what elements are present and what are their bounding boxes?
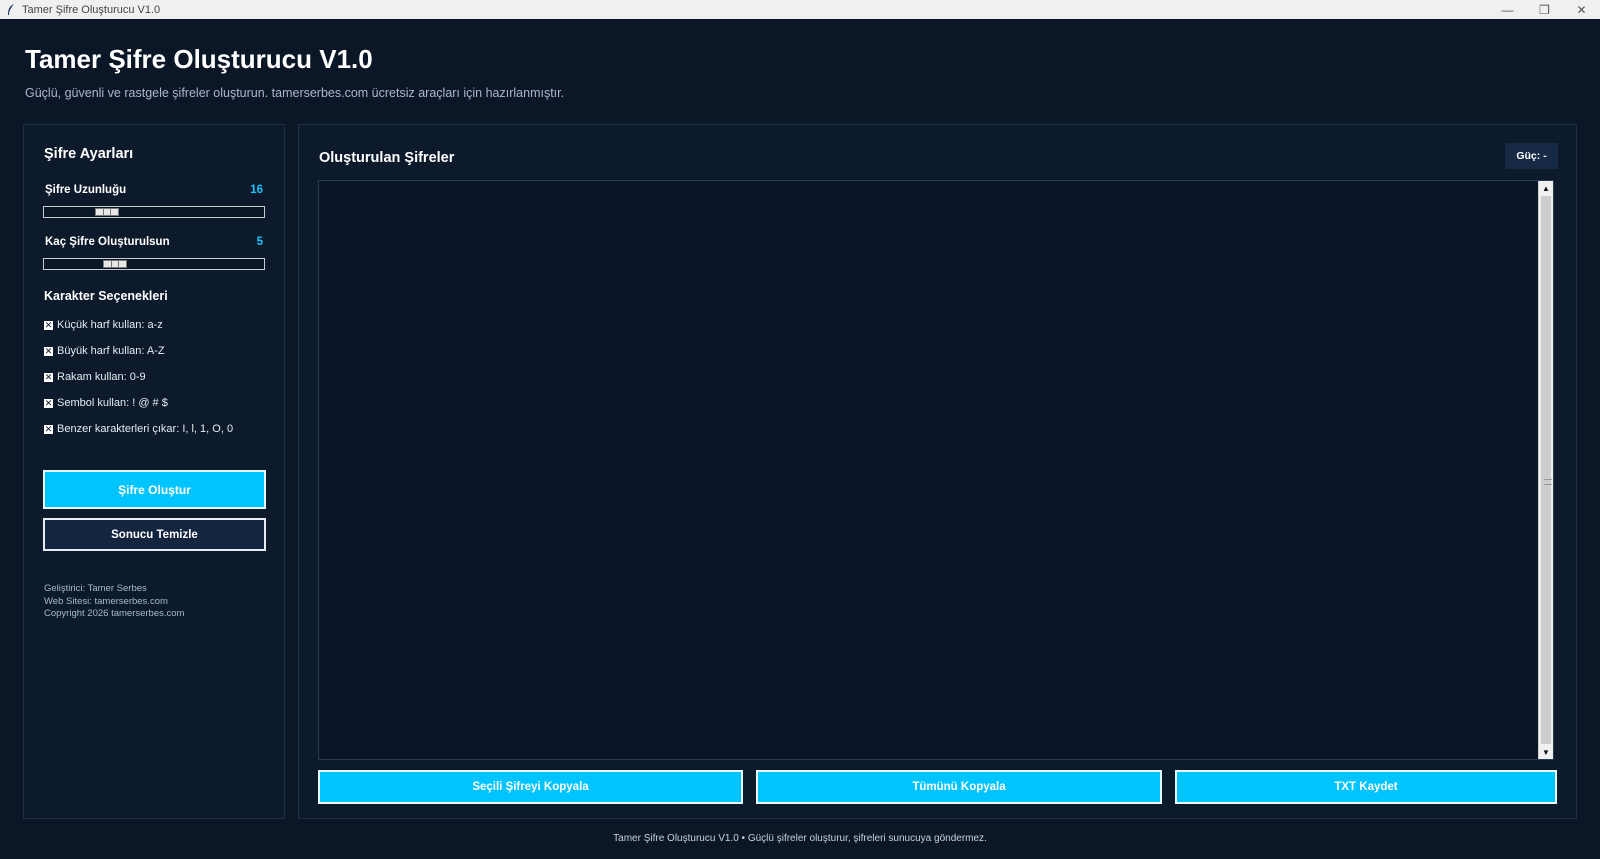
option-label: Sembol kullan: ! @ # $ <box>57 397 168 409</box>
check-mark-icon: ✕ <box>44 345 53 356</box>
option-label: Rakam kullan: 0-9 <box>57 371 146 383</box>
option-uppercase[interactable]: ✕ Büyük harf kullan: A-Z <box>44 345 165 357</box>
count-label: Kaç Şifre Oluşturulsun <box>45 236 170 248</box>
developer-text: Geliştirici: Tamer Serbes <box>44 583 147 594</box>
check-mark-icon: ✕ <box>44 397 53 408</box>
copy-all-button[interactable]: Tümünü Kopyala <box>756 770 1162 804</box>
check-mark-icon: ✕ <box>44 371 53 382</box>
length-slider[interactable] <box>43 206 265 218</box>
length-slider-thumb[interactable] <box>95 208 119 216</box>
app-subtitle: Güçlü, güvenli ve rastgele şifreler oluş… <box>25 86 565 100</box>
count-value: 5 <box>256 236 263 248</box>
generate-button[interactable]: Şifre Oluştur <box>43 470 266 509</box>
scrollbar-thumb[interactable] <box>1541 196 1552 744</box>
checkbox[interactable]: ✕ <box>44 397 53 408</box>
checkbox[interactable]: ✕ <box>44 319 53 330</box>
status-bar: Tamer Şifre Oluşturucu V1.0 • Güçlü şifr… <box>613 833 987 844</box>
app-title: Tamer Şifre Oluşturucu V1.0 <box>25 44 373 74</box>
check-mark-icon: ✕ <box>44 319 53 330</box>
length-value: 16 <box>250 184 263 196</box>
option-symbols[interactable]: ✕ Sembol kullan: ! @ # $ <box>44 397 168 409</box>
window-titlebar: Tamer Şifre Oluşturucu V1.0 — ❐ ✕ <box>0 0 1600 19</box>
scrollbar-grip <box>1544 479 1552 485</box>
option-lowercase[interactable]: ✕ Küçük harf kullan: a-z <box>44 319 163 331</box>
developer-info: Geliştirici: Tamer Serbes Web Sitesi: ta… <box>44 583 184 621</box>
feather-icon <box>4 3 18 17</box>
copyright-text: Copyright 2026 tamerserbes.com <box>44 608 185 619</box>
password-output-textarea[interactable]: ▲ ▼ <box>318 180 1554 760</box>
vertical-scrollbar[interactable]: ▲ ▼ <box>1538 181 1553 759</box>
option-label: Büyük harf kullan: A-Z <box>57 345 165 357</box>
scroll-up-icon[interactable]: ▲ <box>1539 181 1553 195</box>
save-txt-button[interactable]: TXT Kaydet <box>1175 770 1557 804</box>
window-title: Tamer Şifre Oluşturucu V1.0 <box>22 3 161 16</box>
settings-heading: Şifre Ayarları <box>44 146 134 162</box>
window-controls: — ❐ ✕ <box>1489 0 1600 19</box>
strength-badge: Güç: - <box>1505 143 1558 169</box>
settings-panel: Şifre Ayarları Şifre Uzunluğu 16 Kaç Şif… <box>23 124 285 819</box>
check-mark-icon: ✕ <box>44 423 53 434</box>
output-heading: Oluşturulan Şifreler <box>319 150 455 166</box>
option-digits[interactable]: ✕ Rakam kullan: 0-9 <box>44 371 146 383</box>
close-button[interactable]: ✕ <box>1563 0 1600 19</box>
option-label: Küçük harf kullan: a-z <box>57 319 163 331</box>
maximize-button[interactable]: ❐ <box>1526 0 1563 19</box>
clear-button[interactable]: Sonucu Temizle <box>43 518 266 551</box>
minimize-button[interactable]: — <box>1489 0 1526 19</box>
scroll-down-icon[interactable]: ▼ <box>1539 745 1553 759</box>
copy-selected-button[interactable]: Seçili Şifreyi Kopyala <box>318 770 743 804</box>
checkbox[interactable]: ✕ <box>44 423 53 434</box>
char-options-heading: Karakter Seçenekleri <box>44 289 168 303</box>
count-slider-thumb[interactable] <box>103 260 127 268</box>
option-label: Benzer karakterleri çıkar: I, l, 1, O, 0 <box>57 423 234 435</box>
checkbox[interactable]: ✕ <box>44 371 53 382</box>
option-exclude-similar[interactable]: ✕ Benzer karakterleri çıkar: I, l, 1, O,… <box>44 423 233 435</box>
website-text: Web Sitesi: tamerserbes.com <box>44 595 168 607</box>
checkbox[interactable]: ✕ <box>44 345 53 356</box>
length-label: Şifre Uzunluğu <box>45 184 127 196</box>
count-slider[interactable] <box>43 258 265 270</box>
output-panel: Oluşturulan Şifreler Güç: - ▲ ▼ Seçili Ş… <box>298 124 1577 819</box>
